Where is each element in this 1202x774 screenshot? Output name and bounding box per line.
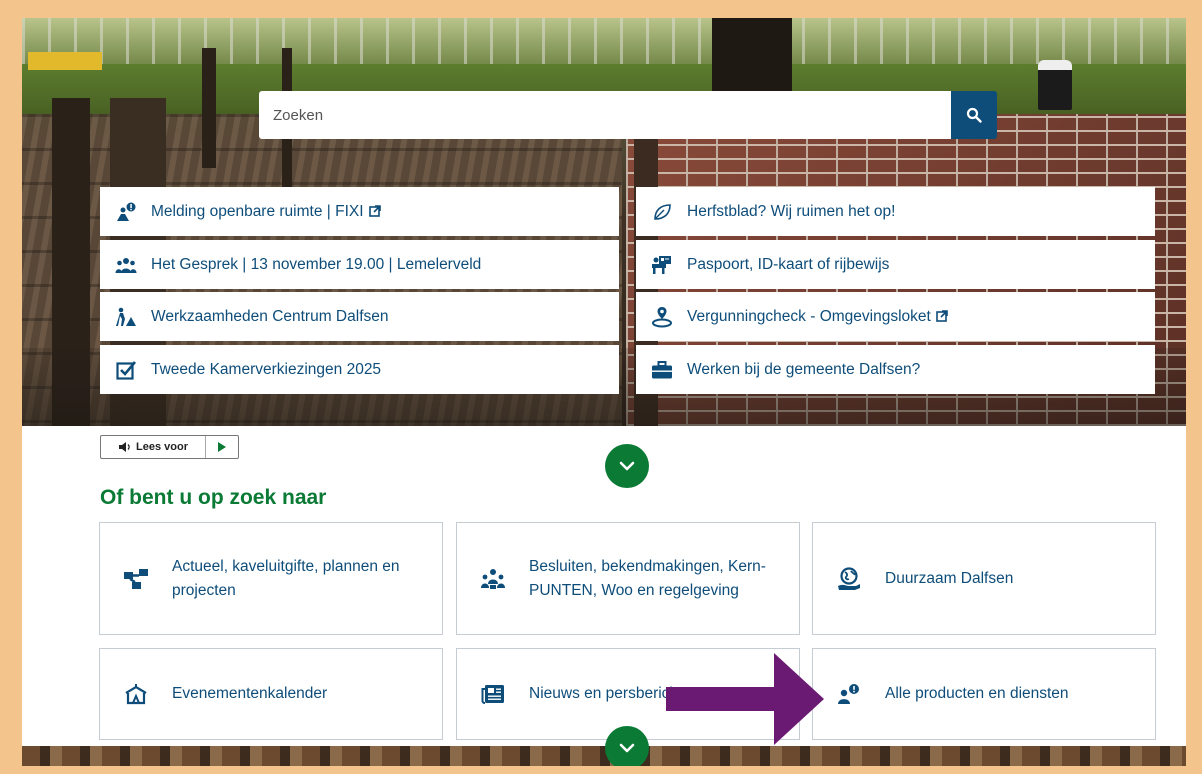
checkbox-icon [114,358,138,382]
briefcase-icon [650,358,674,382]
card-label: Besluiten, bekendmakingen, Kern-PUNTEN, … [529,557,766,599]
search-input[interactable] [259,91,951,139]
quick-link-label: Vergunningcheck - Omgevingsloket [687,308,948,326]
play-button[interactable] [206,436,238,458]
card-besluiten[interactable]: Besluiten, bekendmakingen, Kern-PUNTEN, … [456,522,800,635]
quick-link-werkzaamheden[interactable]: Werkzaamheden Centrum Dalfsen [100,292,619,341]
scroll-down-button[interactable] [605,444,649,488]
quick-link-label: Melding openbare ruimte | FIXI [151,203,381,221]
speaker-icon [119,442,130,452]
report-person-icon [114,200,138,224]
id-desk-icon [650,253,674,277]
leaf-icon [650,200,674,224]
quick-link-vergunningcheck[interactable]: Vergunningcheck - Omgevingsloket [636,292,1155,341]
earth-hand-icon [835,565,863,593]
card-label: Duurzaam Dalfsen [885,569,1014,587]
card-actueel[interactable]: Actueel, kaveluitgifte, plannen en proje… [99,522,443,635]
location-pin-icon [650,305,674,329]
person-info-icon [835,680,863,708]
people-group-icon [114,253,138,277]
quick-link-label: Paspoort, ID-kaart of rijbewijs [687,255,890,273]
search-button[interactable] [951,91,997,139]
quick-link-verkiezingen[interactable]: Tweede Kamerverkiezingen 2025 [100,345,619,394]
chevron-down-icon [619,461,635,471]
sitemap-icon [122,565,150,593]
read-aloud-label: Lees voor [136,441,188,453]
card-alle-producten[interactable]: Alle producten en diensten [812,648,1156,740]
page-frame: Melding openbare ruimte | FIXI Herfstbla… [22,18,1186,766]
footer-photo-strip [22,746,1186,766]
quick-link-werken-bij[interactable]: Werken bij de gemeente Dalfsen? [636,345,1155,394]
card-label: Evenementenkalender [172,685,328,702]
government-people-icon [479,565,507,593]
external-link-icon [936,309,948,322]
read-aloud-button[interactable]: Lees voor [101,436,206,458]
quick-link-label: Werken bij de gemeente Dalfsen? [687,360,921,378]
quick-link-paspoort[interactable]: Paspoort, ID-kaart of rijbewijs [636,240,1155,289]
read-aloud-widget: Lees voor [100,435,239,459]
quick-link-label: Herfstblad? Wij ruimen het op! [687,202,896,220]
card-evenementen[interactable]: Evenementenkalender [99,648,443,740]
quick-link-label: Het Gesprek | 13 november 19.00 | Lemele… [151,255,482,273]
external-link-icon [368,204,381,217]
tent-icon [122,680,150,708]
chevron-down-icon [619,743,635,753]
quick-link-herfstblad[interactable]: Herfstblad? Wij ruimen het op! [636,187,1155,236]
quick-link-label: Werkzaamheden Centrum Dalfsen [151,307,389,325]
play-icon [218,442,226,452]
quick-link-gesprek[interactable]: Het Gesprek | 13 november 19.00 | Lemele… [100,240,619,289]
quick-link-label: Tweede Kamerverkiezingen 2025 [151,360,382,378]
newspaper-icon [479,680,507,708]
search-bar [259,91,997,139]
search-icon [966,107,982,123]
card-label: Actueel, kaveluitgifte, plannen en proje… [172,557,400,599]
roadwork-icon [114,305,138,329]
scroll-down-button-bottom[interactable] [605,726,649,766]
section-heading: Of bent u op zoek naar [100,486,327,509]
card-label: Alle producten en diensten [885,685,1069,702]
annotation-arrow-icon [666,653,824,745]
quick-link-melding[interactable]: Melding openbare ruimte | FIXI [100,187,619,236]
card-duurzaam[interactable]: Duurzaam Dalfsen [812,522,1156,635]
